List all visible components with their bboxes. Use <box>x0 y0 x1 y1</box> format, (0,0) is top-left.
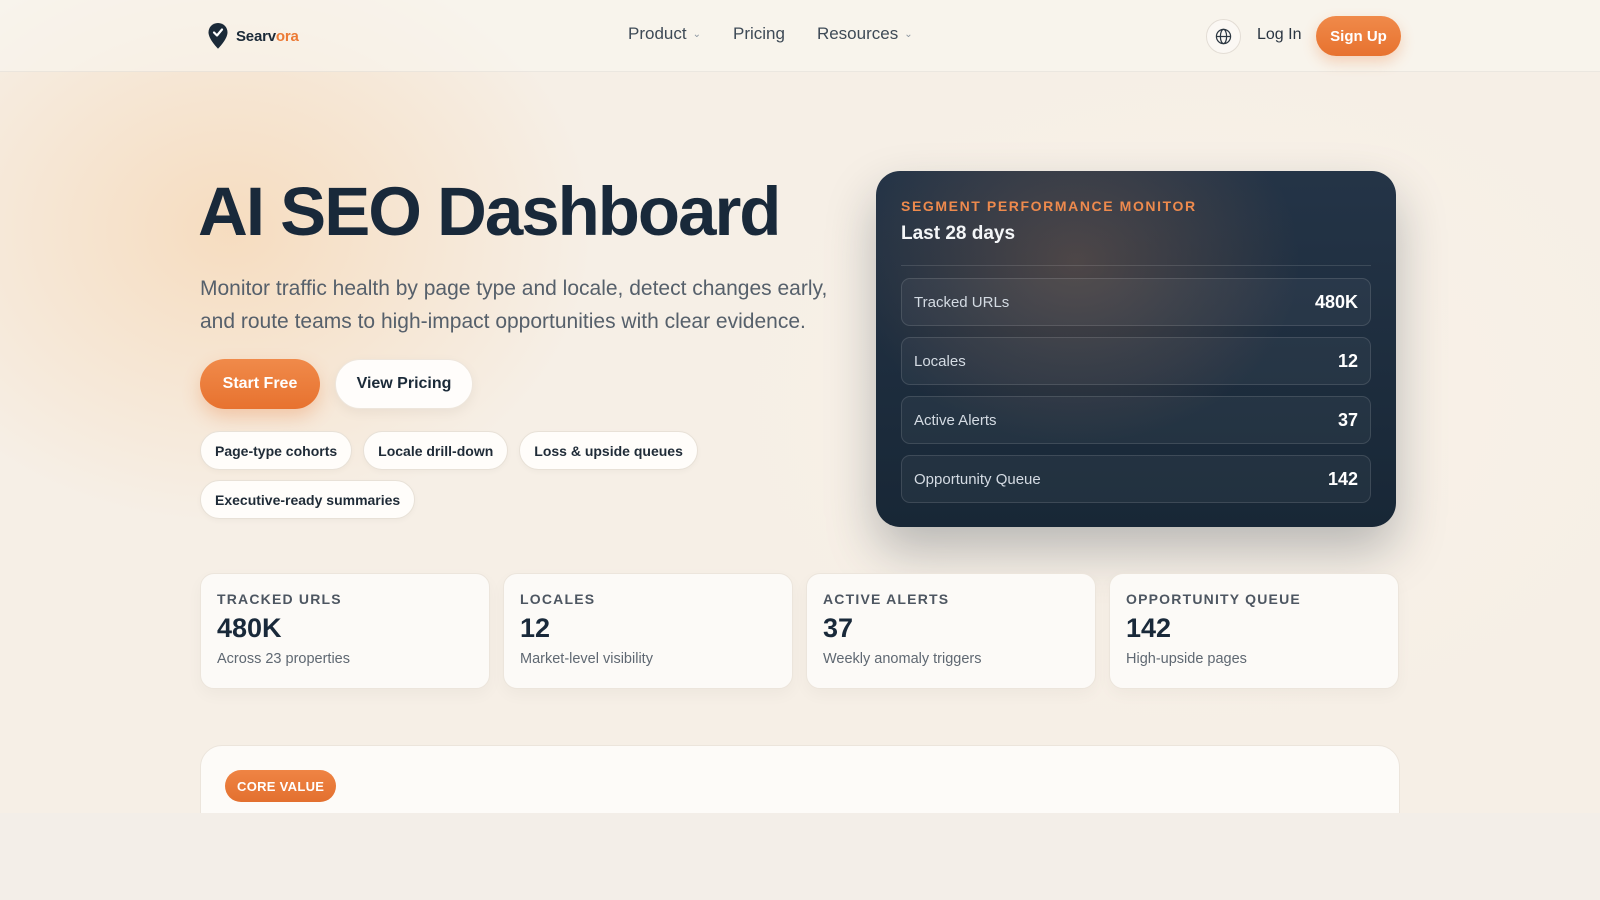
monitor-row: Locales 12 <box>901 337 1371 385</box>
stat-caption: Across 23 properties <box>217 651 350 667</box>
stat-caption: High-upside pages <box>1126 651 1247 667</box>
map-pin-icon <box>208 23 228 49</box>
monitor-row: Active Alerts 37 <box>901 396 1371 444</box>
stat-card-opportunity-queue: OPPORTUNITY QUEUE 142 High-upside pages <box>1109 573 1399 689</box>
core-value-section: CORE VALUE <box>200 745 1400 813</box>
view-pricing-button[interactable]: View Pricing <box>335 359 473 409</box>
signup-button[interactable]: Sign Up <box>1316 16 1401 56</box>
chevron-down-icon: ⌄ <box>904 28 913 40</box>
stat-value: 142 <box>1126 613 1172 643</box>
nav-pricing[interactable]: Pricing <box>733 24 785 44</box>
feature-chip: Executive-ready summaries <box>200 480 416 519</box>
brand-name: Searvora <box>236 27 299 45</box>
stat-label: ACTIVE ALERTS <box>823 591 950 607</box>
nav-resources-label: Resources <box>816 24 899 43</box>
primary-nav: Product ⌄ Pricing Resources ⌄ <box>628 24 913 44</box>
monitor-row: Tracked URLs 480K <box>901 278 1371 326</box>
page-background-strip <box>0 813 1600 900</box>
monitor-row-label: Tracked URLs <box>914 293 1010 311</box>
monitor-row-label: Locales <box>914 352 966 370</box>
monitor-row-value: 480K <box>1314 291 1358 312</box>
start-free-button[interactable]: Start Free <box>200 359 320 409</box>
monitor-row-value: 12 <box>1337 350 1358 371</box>
stat-label: TRACKED URLS <box>217 591 342 607</box>
stat-cards: TRACKED URLS 480K Across 23 properties L… <box>200 573 1400 689</box>
feature-chip: Page-type cohorts <box>200 431 353 470</box>
divider <box>901 265 1371 266</box>
segment-monitor-card: SEGMENT PERFORMANCE MONITOR Last 28 days… <box>876 171 1396 527</box>
stat-label: OPPORTUNITY QUEUE <box>1126 591 1301 607</box>
stat-value: 37 <box>823 613 854 643</box>
brand-logo[interactable]: Searvora <box>207 22 299 50</box>
top-nav: Searvora Product ⌄ Pricing Resources ⌄ L… <box>0 0 1600 72</box>
stat-caption: Market-level visibility <box>520 651 653 667</box>
core-value-badge: CORE VALUE <box>225 770 337 802</box>
nav-product-label: Product <box>628 24 687 43</box>
stat-value: 12 <box>520 613 551 643</box>
nav-pricing-label: Pricing <box>732 24 785 43</box>
monitor-row-label: Active Alerts <box>914 411 997 429</box>
monitor-row-value: 142 <box>1327 468 1358 489</box>
landing-page: Searvora Product ⌄ Pricing Resources ⌄ L… <box>0 0 1600 813</box>
nav-product[interactable]: Product ⌄ <box>628 24 701 44</box>
feature-chip: Loss & upside queues <box>519 431 698 470</box>
stat-value: 480K <box>217 613 282 643</box>
globe-icon <box>1215 28 1232 45</box>
language-button[interactable] <box>1206 19 1241 54</box>
monitor-row: Opportunity Queue 142 <box>901 455 1371 503</box>
monitor-eyebrow: SEGMENT PERFORMANCE MONITOR <box>901 198 1197 214</box>
monitor-rows: Tracked URLs 480K Locales 12 Active Aler… <box>901 278 1371 503</box>
login-link[interactable]: Log In <box>1257 26 1301 44</box>
feature-chips: Page-type cohorts Locale drill-down Loss… <box>200 431 720 519</box>
hero-title: AI SEO Dashboard <box>198 173 781 250</box>
stat-card-active-alerts: ACTIVE ALERTS 37 Weekly anomaly triggers <box>806 573 1096 689</box>
hero-subtitle: Monitor traffic health by page type and … <box>200 277 828 333</box>
monitor-period: Last 28 days <box>901 223 1016 244</box>
chevron-down-icon: ⌄ <box>692 28 701 40</box>
monitor-row-label: Opportunity Queue <box>914 470 1041 488</box>
stat-label: LOCALES <box>520 591 596 607</box>
monitor-row-value: 37 <box>1337 409 1358 430</box>
nav-resources[interactable]: Resources ⌄ <box>817 24 913 44</box>
stat-card-locales: LOCALES 12 Market-level visibility <box>503 573 793 689</box>
stat-card-tracked-urls: TRACKED URLS 480K Across 23 properties <box>200 573 490 689</box>
stat-caption: Weekly anomaly triggers <box>823 651 982 667</box>
feature-chip: Locale drill-down <box>363 431 509 470</box>
